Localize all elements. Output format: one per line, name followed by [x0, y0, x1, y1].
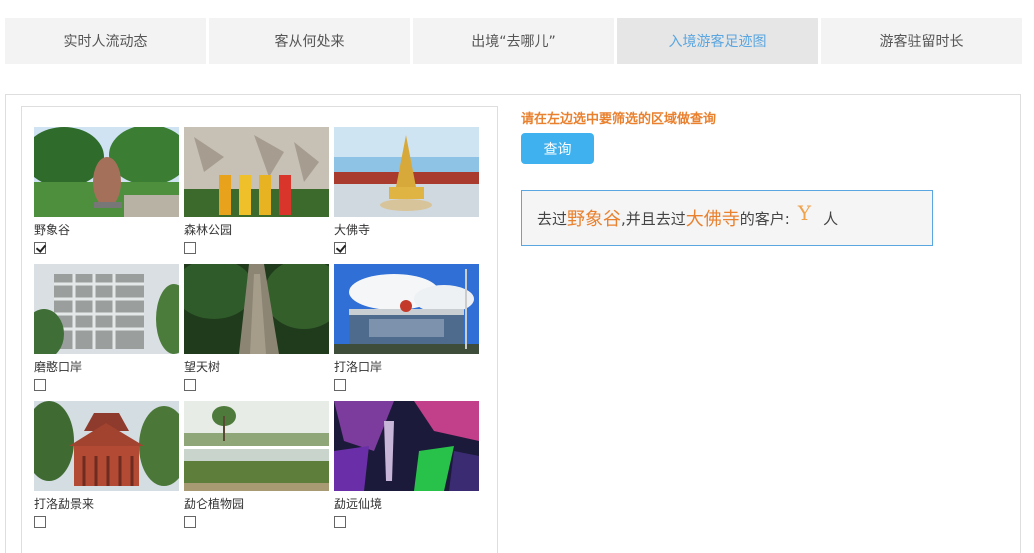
tab-bar: 实时人流动态 客从何处来 出境“去哪儿” 入境游客足迹图 游客驻留时长 — [5, 18, 1022, 64]
spot-card: 野象谷 — [34, 127, 179, 254]
spot-label: 望天树 — [184, 360, 221, 374]
spot-card: 磨憨口岸 — [34, 264, 179, 391]
result-suffix: 的客户: — [739, 209, 790, 228]
spot-checkbox-wild-elephant-valley[interactable] — [34, 242, 46, 254]
tab-outbound[interactable]: 出境“去哪儿” — [413, 18, 614, 64]
main-panel: 野象谷 森林公园 大佛寺 磨憨口岸 望天树 打洛口岸 打洛勐景来 勐仑植物园 勐… — [5, 94, 1021, 553]
spot-checkbox-forest-park[interactable] — [184, 242, 196, 254]
spot-card: 打洛勐景来 — [34, 401, 179, 528]
tab-realtime-flow[interactable]: 实时人流动态 — [5, 18, 206, 64]
spot-photo-big-buddha-temple — [334, 127, 479, 217]
tab-inbound-footprint[interactable]: 入境游客足迹图 — [617, 18, 818, 64]
query-button[interactable]: 查询 — [521, 133, 594, 164]
spot-checkbox-wangtian-tree[interactable] — [184, 379, 196, 391]
spot-checkbox-menglun-botanical-garden[interactable] — [184, 516, 196, 528]
spot-checkbox-daluo-mengjinglai[interactable] — [34, 516, 46, 528]
spot-card: 勐远仙境 — [334, 401, 479, 528]
tab-stay-duration[interactable]: 游客驻留时长 — [821, 18, 1022, 64]
spot-label: 大佛寺 — [334, 223, 371, 237]
result-place-1: 野象谷 — [567, 209, 622, 230]
spot-checkbox-big-buddha-temple[interactable] — [334, 242, 346, 254]
spot-label: 勐远仙境 — [334, 497, 383, 511]
result-place-2: 大佛寺 — [685, 209, 740, 230]
spot-label: 野象谷 — [34, 223, 71, 237]
spot-label: 打洛口岸 — [334, 360, 383, 374]
spot-card: 森林公园 — [184, 127, 329, 254]
spot-photo-daluo-port — [334, 264, 479, 354]
spot-checkbox-mengyuan-fairyland[interactable] — [334, 516, 346, 528]
spot-photo-wild-elephant-valley — [34, 127, 179, 217]
spot-label: 磨憨口岸 — [34, 360, 83, 374]
spot-checkbox-mohan-port[interactable] — [34, 379, 46, 391]
query-result-box: 去过 野象谷 ,并且去过 大佛寺 的客户: Y 人 — [521, 190, 933, 246]
spot-card: 打洛口岸 — [334, 264, 479, 391]
spot-card: 勐仑植物园 — [184, 401, 329, 528]
spot-checkbox-daluo-port[interactable] — [334, 379, 346, 391]
spot-label: 勐仑植物园 — [184, 497, 245, 511]
spot-photo-mohan-port — [34, 264, 179, 354]
spot-label: 打洛勐景来 — [34, 497, 95, 511]
spot-photo-mengyuan-fairyland — [334, 401, 479, 491]
spot-photo-daluo-mengjinglai — [34, 401, 179, 491]
result-unit: 人 — [823, 209, 839, 228]
scenic-spot-grid: 野象谷 森林公园 大佛寺 磨憨口岸 望天树 打洛口岸 打洛勐景来 勐仑植物园 勐… — [21, 106, 498, 553]
spot-label: 森林公园 — [184, 223, 233, 237]
filter-hint: 请在左边选中要筛选的区域做查询 — [521, 112, 717, 127]
result-middle: ,并且去过 — [621, 209, 686, 228]
tab-visitor-origin[interactable]: 客从何处来 — [209, 18, 410, 64]
result-count: Y — [797, 201, 812, 225]
result-prefix: 去过 — [537, 209, 568, 228]
spot-photo-wangtian-tree — [184, 264, 329, 354]
spot-card: 望天树 — [184, 264, 329, 391]
spot-photo-forest-park — [184, 127, 329, 217]
spot-photo-menglun-botanical-garden — [184, 401, 329, 491]
spot-card: 大佛寺 — [334, 127, 479, 254]
